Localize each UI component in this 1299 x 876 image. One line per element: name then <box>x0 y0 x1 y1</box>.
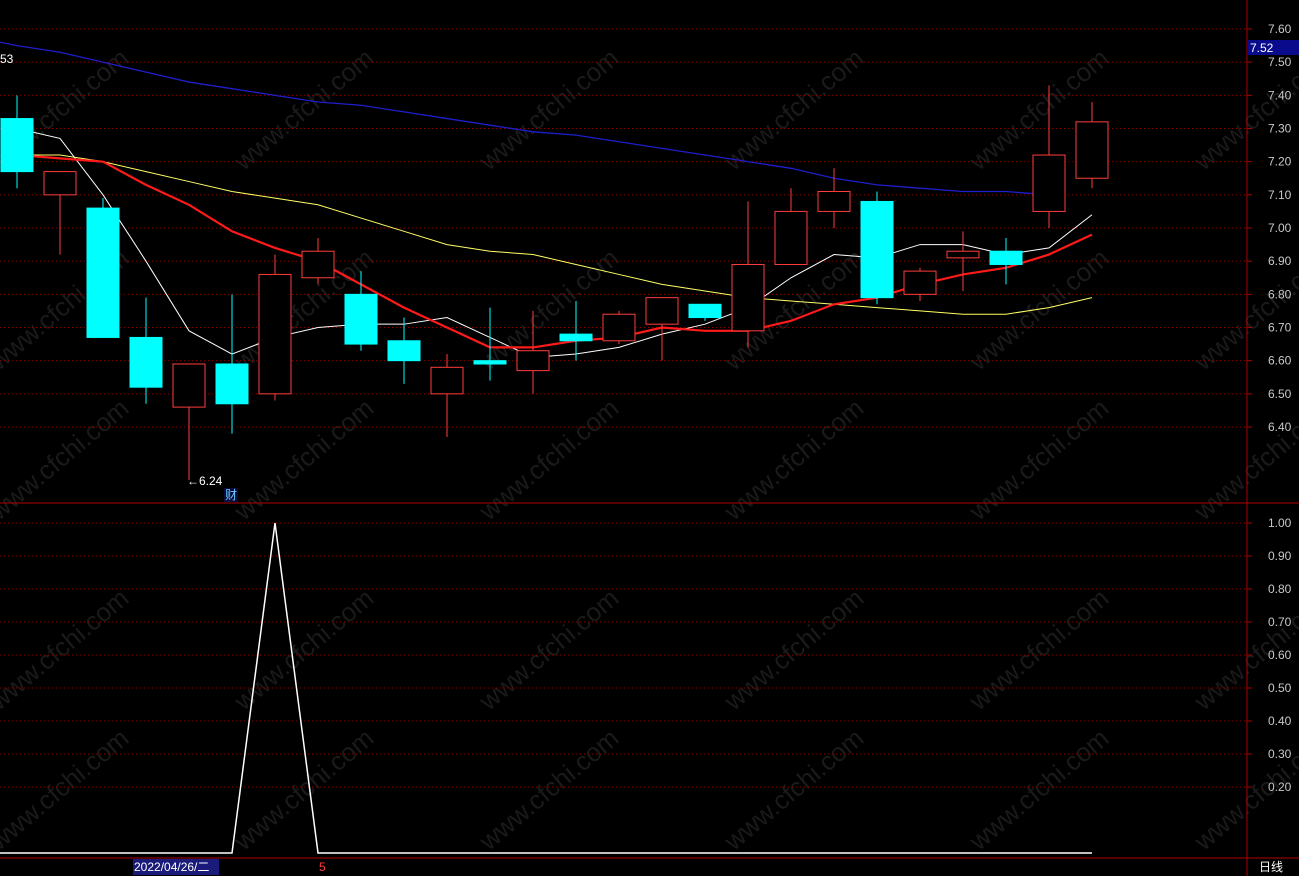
month-marker: 5 <box>319 860 326 874</box>
price-tick-label: 6.60 <box>1268 354 1292 368</box>
candle[interactable] <box>172 363 206 481</box>
candle-body <box>774 210 808 265</box>
watermark-text: www.cfchi.com <box>473 723 625 857</box>
watermark-text: www.cfchi.com <box>473 583 625 717</box>
indicator-tick-label: 0.50 <box>1268 681 1292 695</box>
watermark-text: www.cfchi.com <box>718 583 870 717</box>
watermark-text: www.cfchi.com <box>963 393 1115 527</box>
candle-body <box>860 200 894 299</box>
candle[interactable] <box>602 310 636 345</box>
indicator-tick-label: 0.40 <box>1268 714 1292 728</box>
candle-body <box>1032 154 1066 212</box>
candle-body <box>258 273 292 395</box>
candle-body <box>43 171 77 196</box>
watermark-text: www.cfchi.com <box>963 583 1115 717</box>
candle[interactable] <box>0 95 34 189</box>
price-tick-label: 6.70 <box>1268 321 1292 335</box>
candle[interactable] <box>946 231 980 292</box>
price-tick-label: 6.50 <box>1268 387 1292 401</box>
candle-body <box>731 263 765 332</box>
candle-body <box>344 293 378 345</box>
candle[interactable] <box>731 201 765 348</box>
indicator-tick-label: 0.90 <box>1268 549 1292 563</box>
candle[interactable] <box>688 303 722 321</box>
watermark-text: www.cfchi.com <box>0 393 134 527</box>
candle[interactable] <box>1075 101 1109 189</box>
price-tick-label: 6.80 <box>1268 287 1292 301</box>
date-label: 2022/04/26/二 <box>134 860 209 874</box>
candle-body <box>516 350 550 372</box>
stock-chart[interactable]: www.cfchi.com www.cfchi.com www.cfchi.com w… <box>0 0 1299 876</box>
candle[interactable] <box>989 237 1023 285</box>
watermark-text: www.cfchi.com <box>228 393 380 527</box>
indicator-gridlines <box>0 522 1247 788</box>
current-price-label: 7.52 <box>1250 41 1274 55</box>
candle-body <box>946 250 980 259</box>
candle[interactable] <box>129 297 163 404</box>
price-tick-label: 6.90 <box>1268 254 1292 268</box>
indicator-tick-label: 0.60 <box>1268 648 1292 662</box>
watermark-text: www.cfchi.com <box>963 723 1115 857</box>
left-edge-label: 53 <box>0 52 14 66</box>
candle-body <box>645 297 679 325</box>
candle[interactable] <box>258 254 292 401</box>
candle[interactable] <box>43 171 77 255</box>
price-tick-label: 7.60 <box>1268 22 1292 36</box>
price-tick-label: 7.20 <box>1268 155 1292 169</box>
candle[interactable] <box>817 168 851 228</box>
candle-body <box>559 333 593 342</box>
watermark-text: www.cfchi.com <box>0 723 134 857</box>
candle-body <box>0 118 34 173</box>
candle-body <box>301 250 335 279</box>
price-tick-label: 7.50 <box>1268 55 1292 69</box>
candle-body <box>473 360 507 365</box>
candle[interactable] <box>774 188 808 265</box>
candle-body <box>129 336 163 388</box>
ma-line-blue-lead <box>0 41 18 47</box>
candle-body <box>688 303 722 319</box>
candle-body <box>430 366 464 395</box>
indicator-tick-label: 0.20 <box>1268 780 1292 794</box>
watermark-text: www.cfchi.com <box>228 583 380 717</box>
price-tick-label: 7.30 <box>1268 122 1292 136</box>
indicator-tick-label: 0.80 <box>1268 582 1292 596</box>
candle[interactable] <box>86 198 120 338</box>
indicator-tick-label: 0.30 <box>1268 747 1292 761</box>
price-tick-label: 7.00 <box>1268 221 1292 235</box>
period-label[interactable]: 日线 <box>1259 860 1283 874</box>
watermark-text: www.cfchi.com <box>0 583 134 717</box>
candle-body <box>86 207 120 338</box>
candle[interactable] <box>903 267 937 301</box>
watermark-text: www.cfchi.com <box>473 393 625 527</box>
candlesticks[interactable] <box>0 85 1109 481</box>
candle-body <box>817 191 851 212</box>
low-price-marker: ←6.24 <box>187 474 223 488</box>
candle-body <box>172 363 206 408</box>
indicator-tick-label: 1.00 <box>1268 516 1292 530</box>
candle[interactable] <box>301 237 335 285</box>
watermark-text: www.cfchi.com <box>1188 393 1299 527</box>
candle-body <box>1075 121 1109 179</box>
finance-marker[interactable]: 财 <box>225 488 237 502</box>
watermark-text: www.cfchi.com <box>718 723 870 857</box>
candle[interactable] <box>430 354 464 437</box>
candle[interactable] <box>860 191 894 305</box>
watermark-text: www.cfchi.com <box>718 393 870 527</box>
candle-body <box>215 363 249 405</box>
candle-body <box>903 270 937 295</box>
candle[interactable] <box>215 294 249 434</box>
price-tick-label: 7.10 <box>1268 188 1292 202</box>
price-tick-label: 6.40 <box>1268 420 1292 434</box>
price-tick-label: 7.40 <box>1268 88 1292 102</box>
candle-body <box>387 340 421 362</box>
candle-body <box>989 250 1023 265</box>
candle-body <box>602 313 636 342</box>
indicator-tick-label: 0.70 <box>1268 615 1292 629</box>
